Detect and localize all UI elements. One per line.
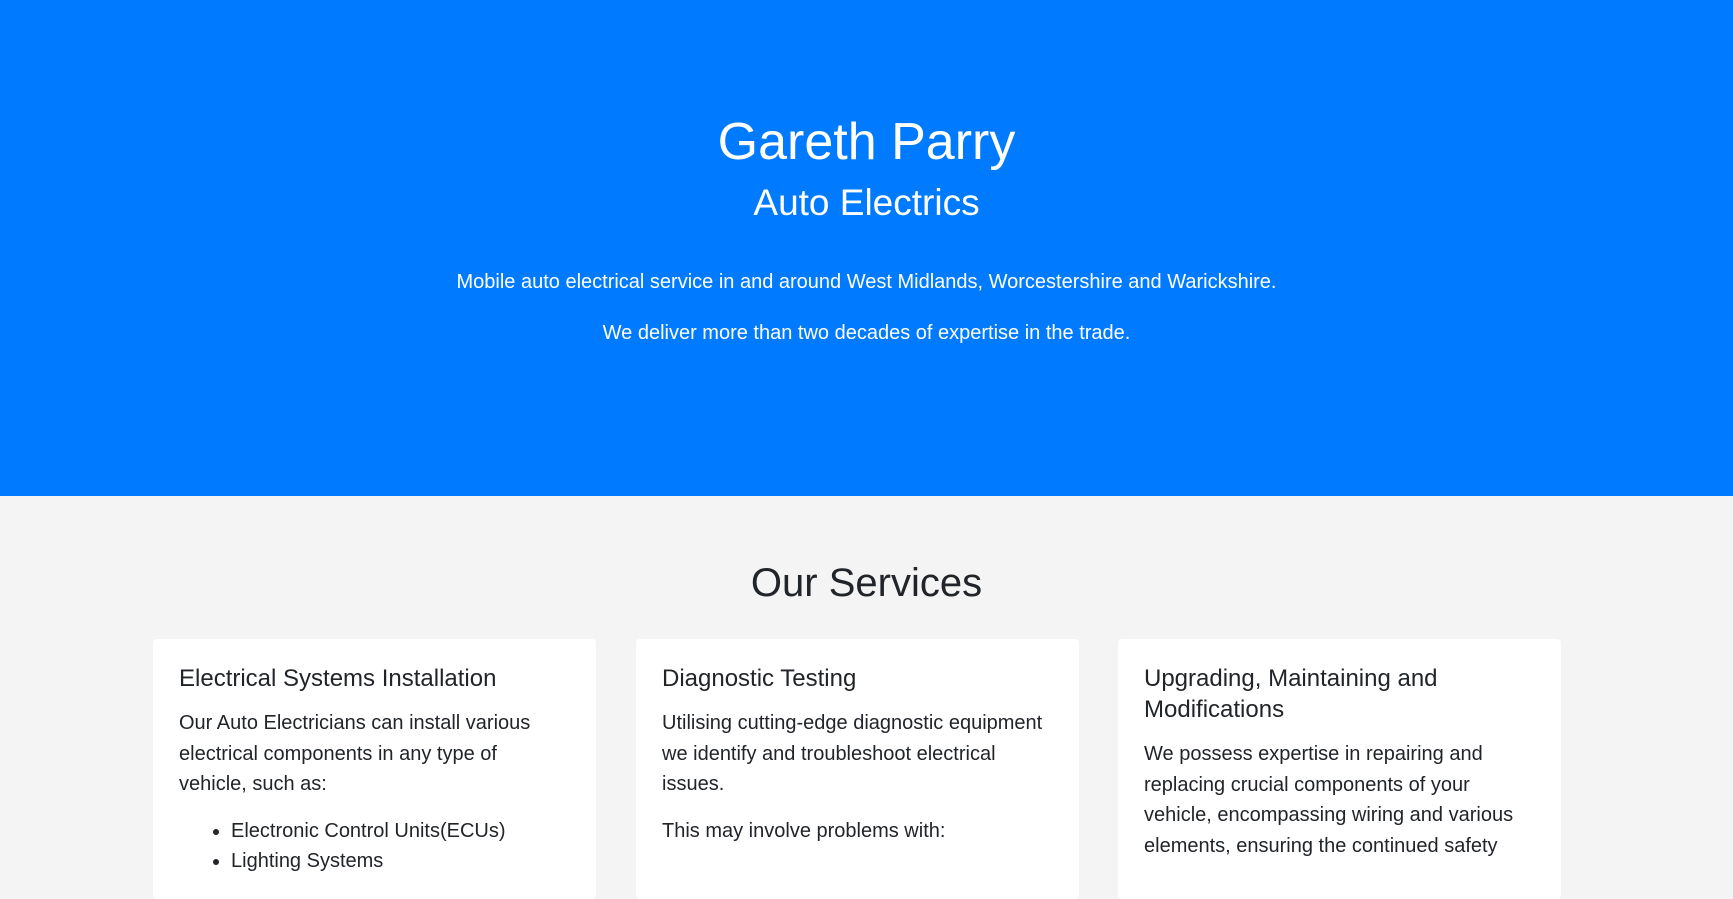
service-card-text: This may involve problems with: [662, 819, 946, 842]
list-item: Lighting Systems [231, 846, 570, 877]
service-card-list: Electronic Control Units(ECUs) Lighting … [179, 816, 570, 877]
hero-experience-text: We deliver more than two decades of expe… [602, 322, 1131, 344]
service-card-title: Upgrading, Maintaining and Modifications [1144, 665, 1438, 723]
service-card-title: Diagnostic Testing [662, 665, 857, 692]
service-card-text: Utilising cutting-edge diagnostic equipm… [662, 712, 1043, 795]
service-card-installation: Electrical Systems Installation Our Auto… [153, 639, 596, 899]
service-card-text: We possess expertise in repairing and re… [1144, 743, 1514, 857]
service-card-text: Our Auto Electricians can install variou… [179, 712, 531, 795]
service-card-diagnostics: Diagnostic Testing Utilising cutting-edg… [636, 639, 1079, 899]
services-heading: Our Services [750, 561, 983, 605]
hero-subtitle: Auto Electrics [753, 182, 980, 223]
service-card-title: Electrical Systems Installation [179, 665, 497, 692]
list-item: Electronic Control Units(ECUs) [231, 816, 570, 847]
service-card-upgrading: Upgrading, Maintaining and Modifications… [1118, 639, 1561, 899]
hero-title: Gareth Parry [717, 113, 1016, 171]
hero-service-area-text: Mobile auto electrical service in and ar… [456, 271, 1277, 293]
hero-banner: Gareth Parry Auto Electrics Mobile auto … [0, 0, 1733, 496]
